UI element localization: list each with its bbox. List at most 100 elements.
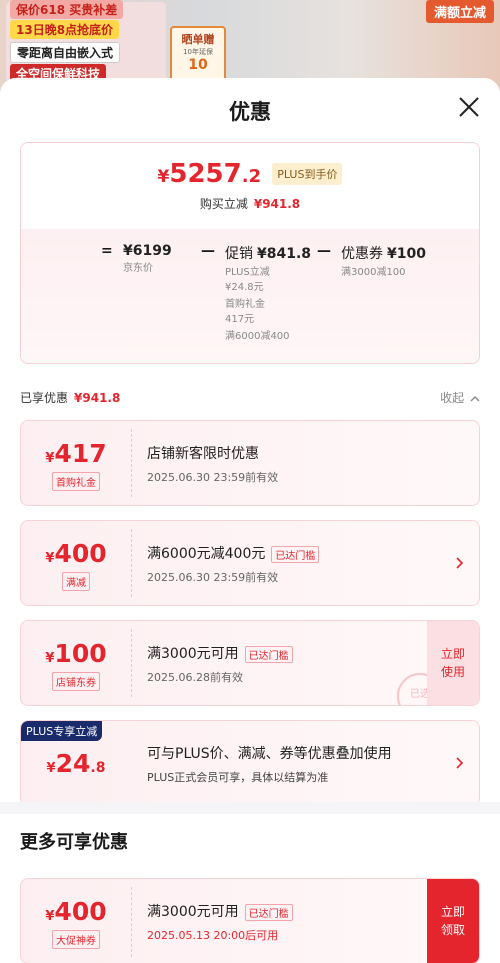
gift-sub: 10年延保 — [183, 48, 213, 56]
chevron-up-icon — [470, 395, 480, 401]
coupon-value: ¥417 — [21, 439, 131, 468]
promo-line: 零距离自由嵌入式 — [10, 42, 121, 63]
gift-label: 晒单赠 — [181, 33, 215, 46]
jd-price: ¥6199 — [123, 243, 172, 259]
price-summary: ¥5257.2 PLUS到手价 购买立减 ¥941.8 = ¥6199 京东价 —… — [20, 142, 480, 364]
price-integer: 5257 — [169, 159, 242, 189]
minus-sign: — — [317, 243, 331, 259]
coupon-date: 2025.06.30 23:59前有效 — [147, 471, 279, 484]
divider — [131, 629, 132, 697]
background-page: 保价618 买贵补差 13日晚8点抢底价 零距离自由嵌入式 全空间保鲜科技 晒单… — [0, 0, 500, 90]
coupon-amount-area: ¥400 大促神券 — [21, 879, 131, 963]
currency: ¥ — [157, 167, 170, 187]
promo-amount: ¥841.8 — [257, 246, 312, 262]
promo-sub: 满6000减400 — [225, 331, 290, 342]
coupon-card[interactable]: PLUS专享立减 ¥24.8 可与PLUS价、满减、券等优惠叠加使用 PLUS正… — [20, 720, 480, 806]
divider — [131, 887, 132, 957]
close-icon[interactable] — [458, 96, 480, 118]
coupon-desc: PLUS正式会员可享，具体以结算为准 — [147, 771, 329, 784]
promo-sub: ¥24.8元 — [225, 282, 264, 293]
section-gap — [0, 802, 500, 814]
coupon-amount: ¥100 — [387, 246, 426, 262]
buy-reduce-amount: ¥941.8 — [253, 197, 301, 211]
enjoyed-row: 已享优惠 ¥941.8 收起 — [0, 376, 500, 416]
value-integer: 24 — [55, 749, 91, 778]
coupon-kind: 满减 — [62, 572, 90, 591]
divider — [131, 529, 132, 597]
coupon-amount-area: ¥100 店铺东券 — [21, 621, 131, 705]
coupon-name: 优惠券 — [341, 246, 383, 262]
coupon-title: 满3000元可用 — [147, 646, 239, 662]
chevron-right-icon[interactable] — [455, 555, 465, 569]
buy-reduce-label: 购买立减 — [199, 197, 248, 211]
coupon-card[interactable]: ¥100 店铺东券 满3000元可用 已达门槛 2025.06.28前有效 已选 … — [20, 620, 480, 706]
gift-badge: 晒单赠 10年延保 10 — [170, 26, 226, 82]
claim-now-button[interactable]: 立即 领取 — [427, 879, 479, 963]
use-now-button[interactable]: 立即 使用 — [427, 621, 479, 705]
more-offers-section: 更多可享优惠 ¥400 大促神券 满3000元可用 已达门槛 2025.05.13… — [0, 814, 500, 963]
coupon-card[interactable]: ¥400 大促神券 满3000元可用 已达门槛 2025.05.13 20:00后… — [20, 878, 480, 963]
threshold-badge: 已达门槛 — [244, 645, 293, 663]
threshold-badge: 已达门槛 — [244, 903, 293, 921]
promo-sub: PLUS立减 — [225, 267, 270, 278]
coupon-amount-area: ¥417 首购礼金 — [21, 421, 131, 505]
jd-price-label: 京东价 — [123, 263, 153, 274]
coupon-info: 店铺新客限时优惠 2025.06.30 23:59前有效 — [147, 443, 429, 485]
coupon-kind: 大促神券 — [52, 930, 100, 949]
coupon-date: 2025.05.13 20:00后可用 — [147, 929, 279, 942]
coupon-info: 满6000元减400元 已达门槛 2025.06.30 23:59前有效 — [147, 543, 429, 585]
value-decimal: .8 — [90, 760, 106, 776]
equals-sign: = — [101, 243, 113, 259]
title-row: 优惠 — [0, 78, 500, 142]
value-integer: 100 — [54, 639, 107, 668]
coupon-kind: 首购礼金 — [52, 472, 100, 491]
chevron-right-icon[interactable] — [455, 755, 465, 769]
price-decimal: .2 — [241, 166, 262, 187]
coupon-card[interactable]: ¥400 满减 满6000元减400元 已达门槛 2025.06.30 23:59… — [20, 520, 480, 606]
final-price-area: ¥5257.2 PLUS到手价 购买立减 ¥941.8 — [21, 143, 479, 229]
discount-sheet: 优惠 ¥5257.2 PLUS到手价 购买立减 ¥941.8 = ¥6199 京东… — [0, 78, 500, 963]
enjoyed-summary: 已享优惠 ¥941.8 — [20, 389, 120, 406]
coupon-value: ¥400 — [21, 539, 131, 568]
jd-price-col: ¥6199 京东价 — [123, 243, 172, 276]
coupon-list: ¥417 首购礼金 店铺新客限时优惠 2025.06.30 23:59前有效 ¥… — [0, 416, 500, 832]
sheet-header: 优惠 ¥5257.2 PLUS到手价 购买立减 ¥941.8 = ¥6199 京东… — [0, 78, 500, 376]
collapse-button[interactable]: 收起 — [440, 389, 480, 406]
coupon-title: 可与PLUS价、满减、券等优惠叠加使用 — [147, 746, 392, 762]
coupon-title: 满3000元可用 — [147, 904, 239, 920]
coupon-info: 可与PLUS价、满减、券等优惠叠加使用 PLUS正式会员可享，具体以结算为准 — [147, 743, 429, 785]
coupon-date: 2025.06.28前有效 — [147, 671, 243, 684]
currency: ¥ — [46, 761, 56, 776]
value-integer: 417 — [54, 439, 107, 468]
promo-right-tag: 满额立减 — [425, 0, 494, 23]
coupon-value: ¥400 — [21, 897, 131, 926]
coupon-card-inner: ¥400 大促神券 满3000元可用 已达门槛 2025.05.13 20:00后… — [21, 879, 479, 963]
value-integer: 400 — [54, 539, 107, 568]
coupon-amount-area: ¥400 满减 — [21, 521, 131, 605]
price-breakdown: = ¥6199 京东价 — 促销 ¥841.8 PLUS立减 ¥24.8元 首购礼… — [21, 229, 479, 363]
final-price: ¥5257.2 — [158, 159, 262, 189]
enjoyed-amount: ¥941.8 — [74, 391, 121, 405]
coupon-info: 满3000元可用 已达门槛 2025.05.13 20:00后可用 — [147, 901, 429, 943]
coupon-title: 满6000元减400元 — [147, 546, 266, 562]
coupon-card[interactable]: ¥417 首购礼金 店铺新客限时优惠 2025.06.30 23:59前有效 — [20, 420, 480, 506]
gift-number: 10 — [188, 57, 208, 73]
value-integer: 400 — [54, 897, 107, 926]
promo-sub: 417元 — [225, 314, 255, 325]
divider — [131, 429, 132, 497]
promo-sub: 首购礼金 — [225, 299, 265, 310]
collapse-label: 收起 — [440, 391, 465, 405]
plus-price-tag: PLUS到手价 — [272, 163, 343, 185]
promo-line: 保价618 买贵补差 — [10, 0, 124, 19]
coupon-date: 2025.06.30 23:59前有效 — [147, 571, 279, 584]
sheet-title: 优惠 — [229, 100, 271, 124]
promo-col: 促销 ¥841.8 PLUS立减 ¥24.8元 首购礼金 417元 满6000减4… — [225, 243, 311, 344]
coupon-title: 店铺新客限时优惠 — [147, 446, 259, 462]
threshold-badge: 已达门槛 — [271, 545, 320, 563]
coupon-sub: 满3000减100 — [341, 267, 406, 278]
promo-line: 13日晚8点抢底价 — [10, 20, 120, 39]
buy-reduce: 购买立减 ¥941.8 — [21, 195, 479, 212]
coupon-amount-area: ¥24.8 — [21, 721, 131, 805]
promo-name: 促销 — [225, 246, 253, 262]
coupon-value: ¥24.8 — [21, 749, 131, 778]
